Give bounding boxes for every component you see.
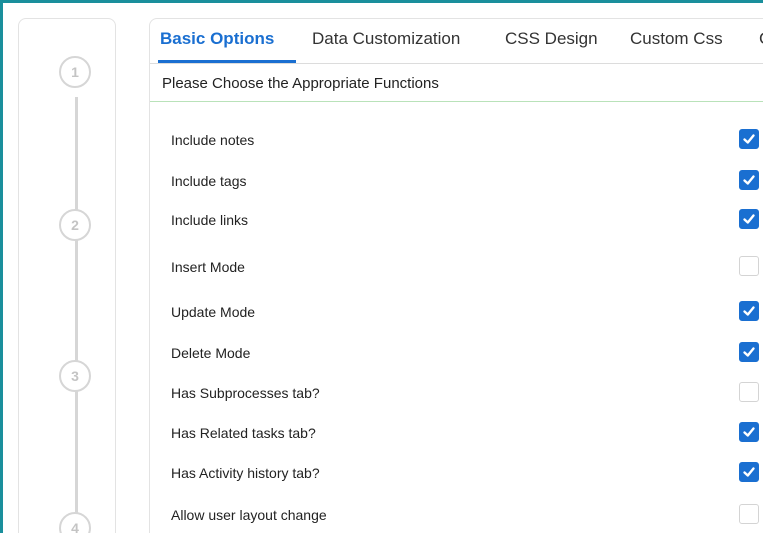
option-checkbox[interactable] (739, 256, 759, 276)
option-label: Delete Mode (171, 345, 251, 361)
tab-bar: Basic Options Data Customization CSS Des… (150, 19, 763, 64)
step-2[interactable]: 2 (59, 209, 91, 241)
checkmark-icon (743, 306, 755, 316)
option-label: Include links (171, 212, 249, 228)
option-label: Has Subprocesses tab? (171, 385, 320, 401)
option-checkbox[interactable] (739, 422, 759, 442)
tab-css-design[interactable]: CSS Design (505, 29, 598, 49)
tab-custom-css[interactable]: Custom Css (630, 29, 723, 49)
option-checkbox[interactable] (739, 342, 759, 362)
checkmark-icon (743, 214, 755, 224)
option-checkbox[interactable] (739, 382, 759, 402)
wizard-stepper: 1 2 3 4 (18, 18, 116, 533)
option-label: Allow user layout change (171, 507, 327, 523)
tab-basic-options[interactable]: Basic Options (160, 29, 274, 49)
app-frame: 1 2 3 4 Basic Options Data Customization… (0, 0, 763, 533)
options-panel: Basic Options Data Customization CSS Des… (149, 18, 763, 533)
option-checkbox[interactable] (739, 504, 759, 524)
tab-data-customization[interactable]: Data Customization (312, 29, 460, 49)
option-checkbox[interactable] (739, 462, 759, 482)
section-divider (150, 101, 763, 102)
step-4[interactable]: 4 (59, 512, 91, 533)
checkmark-icon (743, 134, 755, 144)
tab-next-overflow[interactable]: C (759, 29, 763, 49)
option-label: Insert Mode (171, 259, 245, 275)
option-checkbox[interactable] (739, 170, 759, 190)
option-label: Update Mode (171, 304, 256, 320)
checkmark-icon (743, 427, 755, 437)
option-label: Has Activity history tab? (171, 465, 320, 481)
checkmark-icon (743, 467, 755, 477)
option-label: Include tags (171, 173, 247, 189)
option-checkbox[interactable] (739, 301, 759, 321)
option-label: Include notes (171, 132, 255, 148)
step-3[interactable]: 3 (59, 360, 91, 392)
stepper-line (75, 97, 78, 533)
section-title: Please Choose the Appropriate Functions (162, 75, 439, 92)
option-checkbox[interactable] (739, 209, 759, 229)
checkmark-icon (743, 175, 755, 185)
step-1[interactable]: 1 (59, 56, 91, 88)
option-label: Has Related tasks tab? (171, 425, 316, 441)
checkmark-icon (743, 347, 755, 357)
option-checkbox[interactable] (739, 129, 759, 149)
active-tab-indicator (158, 60, 296, 63)
